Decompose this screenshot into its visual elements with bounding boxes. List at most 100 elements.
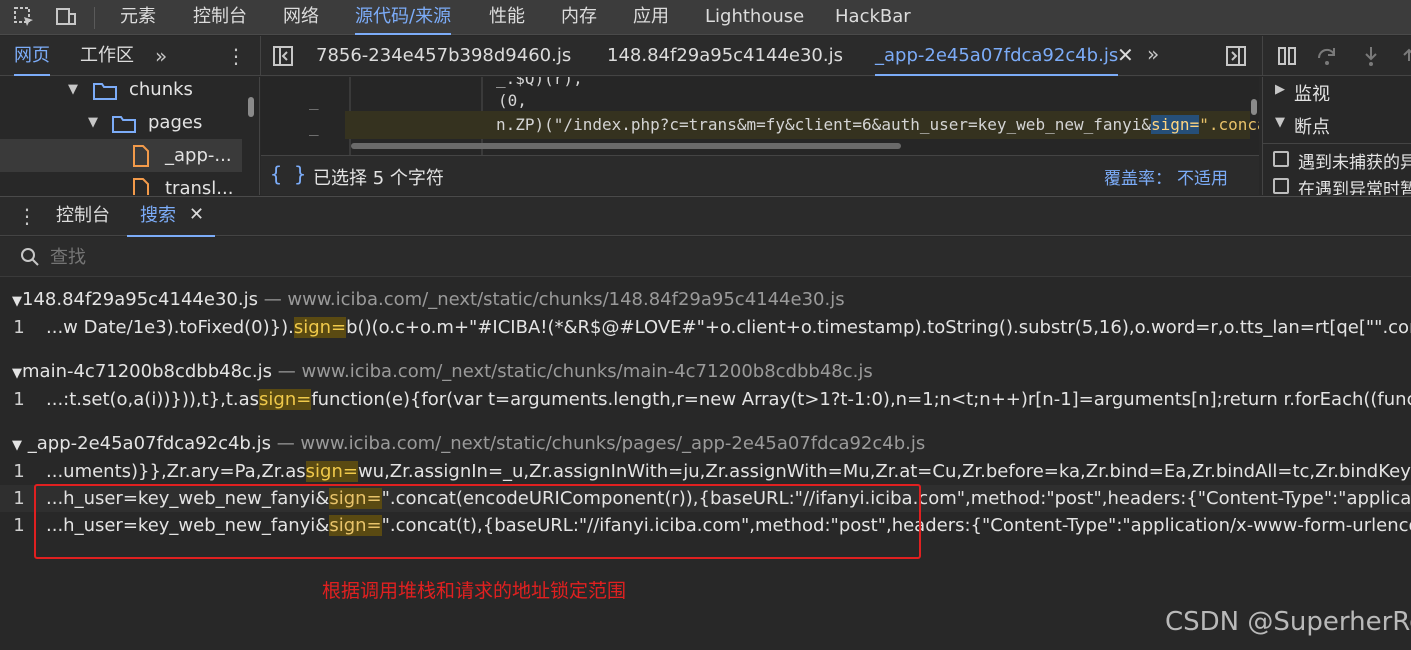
step-into-icon[interactable] bbox=[1360, 45, 1382, 71]
device-toggle-icon[interactable] bbox=[54, 5, 78, 29]
tab-lighthouse[interactable]: Lighthouse bbox=[705, 0, 804, 35]
tree-file-app[interactable]: _app-... bbox=[0, 139, 242, 172]
result-line[interactable]: 1 ...:t.set(o,a(i))})),t},t.assign=functi… bbox=[0, 386, 1411, 413]
more-options-icon[interactable]: ⋮ bbox=[226, 44, 246, 68]
pretty-print-icon[interactable]: { } bbox=[270, 162, 306, 186]
inspect-element-icon[interactable] bbox=[12, 5, 36, 29]
divider bbox=[260, 36, 261, 76]
tree-label: transl... bbox=[165, 178, 234, 195]
result-file-header[interactable]: ▼148.84f29a95c4144e30.js — www.iciba.com… bbox=[12, 287, 845, 313]
editor-tab-148[interactable]: 148.84f29a95c4144e30.js bbox=[607, 36, 843, 76]
tab-performance[interactable]: 性能 bbox=[489, 0, 525, 35]
line-number: 1 bbox=[13, 389, 25, 410]
result-text: ...uments)}},Zr.ary=Pa,Zr.as bbox=[46, 461, 306, 482]
tab-sources[interactable]: 源代码/来源 bbox=[355, 0, 452, 35]
js-file-icon bbox=[132, 178, 150, 195]
more-tabs-chevron-icon[interactable]: » bbox=[155, 44, 167, 68]
line-number: 1 bbox=[13, 461, 25, 482]
result-line[interactable]: 1 ...uments)}},Zr.ary=Pa,Zr.assign=wu,Zr.… bbox=[0, 458, 1411, 485]
match-highlight: sign= bbox=[259, 389, 312, 410]
tab-console[interactable]: 控制台 bbox=[193, 0, 247, 35]
sources-tab-row: 网页 工作区 » ⋮ 7856-234e457b398d9460.js 148.… bbox=[0, 36, 1411, 76]
close-tab-icon[interactable]: ✕ bbox=[1117, 43, 1134, 67]
section-watch[interactable]: 监视 bbox=[1294, 80, 1330, 106]
watermark: CSDN @SuperherRo bbox=[1165, 607, 1411, 637]
pause-uncaught-checkbox[interactable] bbox=[1273, 151, 1289, 167]
code-text: n.ZP)("/index.php?c=trans&m=fy&client=6&… bbox=[496, 115, 1152, 134]
result-file-header[interactable]: ▼main-4c71200b8cdbb48c.js — www.iciba.co… bbox=[12, 359, 873, 385]
toggle-navigator-icon[interactable] bbox=[272, 45, 294, 71]
tree-folder-pages[interactable]: ▼ pages bbox=[0, 106, 248, 139]
search-input[interactable] bbox=[50, 243, 1350, 271]
coverage-label[interactable]: 覆盖率： bbox=[1104, 164, 1172, 189]
result-text: ...w Date/1e3).toFixed(0)}). bbox=[46, 317, 294, 338]
match-highlight: sign= bbox=[305, 461, 358, 482]
more-editor-tabs-chevron-icon[interactable]: » bbox=[1147, 42, 1159, 66]
line-gutter: _ _ bbox=[261, 77, 349, 155]
drawer-tab-console[interactable]: 控制台 bbox=[56, 197, 110, 237]
section-breakpoints[interactable]: 断点 bbox=[1294, 113, 1330, 139]
tree-folder-chunks[interactable]: ▼ chunks bbox=[0, 77, 248, 106]
tab-memory[interactable]: 内存 bbox=[561, 0, 597, 35]
coverage-value[interactable]: 不适用 bbox=[1177, 164, 1228, 189]
line-number: 1 bbox=[13, 515, 25, 536]
result-file-path: — www.iciba.com/_next/static/chunks/page… bbox=[276, 433, 926, 454]
pause-caught-checkbox[interactable] bbox=[1273, 178, 1289, 194]
expand-arrow-icon[interactable]: ▼ bbox=[1275, 115, 1285, 130]
result-file-name: 148.84f29a95c4144e30.js bbox=[22, 289, 258, 310]
tree-scrollbar[interactable] bbox=[248, 97, 254, 117]
toggle-debugger-icon[interactable] bbox=[1225, 45, 1247, 71]
code-text: ".concat(er bbox=[1199, 115, 1259, 134]
line-number: 1 bbox=[13, 488, 25, 509]
result-file-name: main-4c71200b8cdbb48c.js bbox=[22, 361, 273, 382]
tree-file-transl[interactable]: transl... bbox=[0, 172, 248, 195]
line-number: 1 bbox=[13, 317, 25, 338]
search-icon bbox=[20, 247, 40, 271]
close-tab-icon[interactable]: ✕ bbox=[189, 204, 204, 225]
tree-label: chunks bbox=[129, 79, 193, 100]
editor-tab-app[interactable]: _app-2e45a07fdca92c4b.js bbox=[875, 36, 1119, 76]
editor-horizontal-scrollbar[interactable] bbox=[351, 143, 901, 149]
editor-vertical-scrollbar[interactable] bbox=[1251, 99, 1257, 115]
expand-arrow-icon[interactable]: ▼ bbox=[12, 366, 22, 381]
annotation-text: 根据调用堆栈和请求的地址锁定范围 bbox=[322, 580, 627, 602]
expand-arrow-icon[interactable]: ▼ bbox=[68, 77, 78, 106]
result-file-path: — www.iciba.com/_next/static/chunks/148.… bbox=[263, 289, 845, 310]
editor-tab-7856[interactable]: 7856-234e457b398d9460.js bbox=[316, 36, 571, 76]
editor-status-bar: { } 已选择 5 个字符 覆盖率： 不适用 bbox=[261, 155, 1259, 195]
result-file-path: — www.iciba.com/_next/static/chunks/main… bbox=[277, 361, 873, 382]
drawer-tab-search[interactable]: 搜索 bbox=[140, 197, 176, 235]
pause-icon[interactable] bbox=[1276, 45, 1298, 71]
code-line: _.$Q)(r), bbox=[496, 77, 583, 88]
navigator-tab-page[interactable]: 网页 bbox=[14, 36, 50, 76]
expand-arrow-icon[interactable]: ▶ bbox=[1275, 82, 1285, 97]
search-results: ▼148.84f29a95c4144e30.js — www.iciba.com… bbox=[0, 278, 1411, 650]
result-file-header[interactable]: ▼ _app-2e45a07fdca92c4b.js — www.iciba.c… bbox=[12, 431, 925, 457]
result-text: b()(o.c+o.m+"#ICIBA!(*&R$@#LOVE#"+o.clie… bbox=[346, 317, 1411, 338]
result-file-name: _app-2e45a07fdca92c4b.js bbox=[27, 433, 271, 454]
code-line: (0, bbox=[498, 91, 527, 110]
expand-arrow-icon[interactable]: ▼ bbox=[12, 294, 22, 309]
search-bar bbox=[0, 237, 1411, 277]
file-navigator: ▼ chunks ▼ pages _app-... transl... bbox=[0, 77, 260, 195]
navigator-tab-workspace[interactable]: 工作区 bbox=[80, 36, 134, 76]
divider bbox=[1263, 143, 1411, 144]
drawer-menu-icon[interactable]: ⋮ bbox=[17, 204, 37, 228]
expand-arrow-icon[interactable]: ▼ bbox=[12, 438, 22, 453]
step-out-icon[interactable] bbox=[1398, 45, 1411, 71]
drawer-tab-search-wrapper[interactable]: 搜索 ✕ bbox=[127, 197, 215, 237]
tab-hackbar[interactable]: HackBar bbox=[835, 0, 911, 35]
code-editor[interactable]: _ _ _.$Q)(r), (0, n.ZP)("/index.php?c=tr… bbox=[261, 77, 1259, 155]
debugger-sidebar: ▶ 监视 ▼ 断点 遇到未捕获的异常时暂停 在遇到异常时暂停 bbox=[1262, 77, 1411, 195]
result-line[interactable]: 1 ...w Date/1e3).toFixed(0)}).sign=b()(o.… bbox=[0, 314, 1411, 341]
tab-elements[interactable]: 元素 bbox=[120, 0, 156, 35]
result-text: wu,Zr.assignIn=_u,Zr.assignInWith=ju,Zr.… bbox=[357, 461, 1411, 482]
tab-network[interactable]: 网络 bbox=[283, 0, 319, 35]
selection-status: 已选择 5 个字符 bbox=[313, 168, 444, 189]
pause-uncaught-label: 遇到未捕获的异常时暂停 bbox=[1298, 153, 1411, 173]
step-over-icon[interactable] bbox=[1316, 45, 1338, 71]
expand-arrow-icon[interactable]: ▼ bbox=[88, 106, 98, 139]
tab-application[interactable]: 应用 bbox=[633, 0, 669, 35]
tree-label: _app-... bbox=[165, 145, 232, 166]
pause-caught-label: 在遇到异常时暂停 bbox=[1298, 180, 1411, 195]
